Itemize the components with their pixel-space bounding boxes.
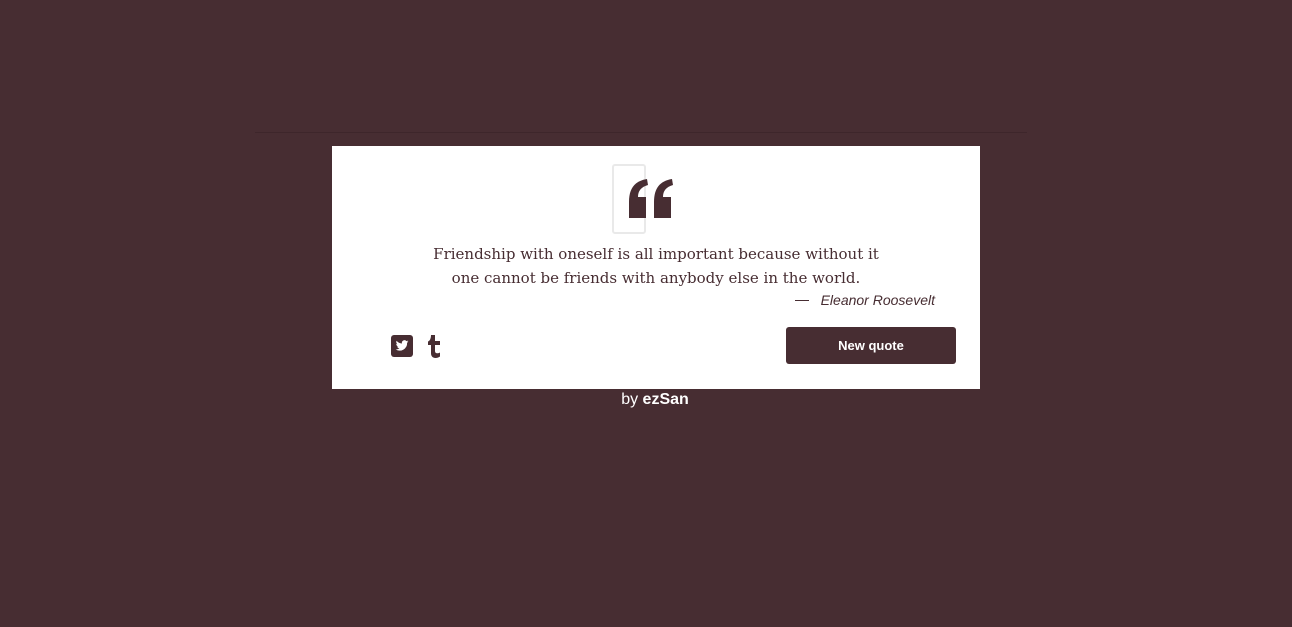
author-dash bbox=[794, 299, 809, 301]
twitter-icon[interactable] bbox=[391, 334, 413, 358]
divider bbox=[255, 132, 1027, 133]
author-name: Eleanor Roosevelt bbox=[820, 292, 935, 308]
footer-credit: by ezSan bbox=[0, 391, 1292, 409]
quote-left-icon bbox=[629, 179, 673, 218]
quote-text: Friendship with oneself is all important… bbox=[433, 245, 879, 287]
quote-box: Friendship with oneself is all important… bbox=[332, 146, 980, 389]
footer-author-link[interactable]: ezSan bbox=[643, 391, 689, 408]
tumblr-icon[interactable] bbox=[423, 334, 445, 358]
share-links bbox=[391, 334, 445, 358]
new-quote-button[interactable]: New quote bbox=[786, 327, 956, 364]
quote-author: Eleanor Roosevelt bbox=[794, 292, 935, 308]
footer-prefix: by bbox=[621, 391, 639, 408]
